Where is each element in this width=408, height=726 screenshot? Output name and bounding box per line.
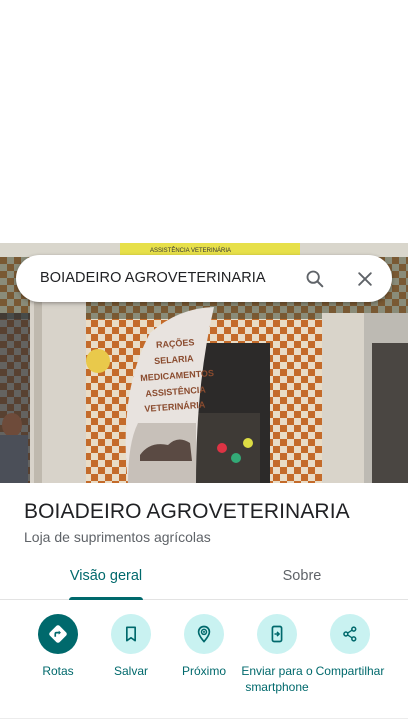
nearby-label: Próximo: [181, 664, 226, 678]
close-icon: [358, 272, 372, 286]
place-sheet: ASSISTÊNCIA VETERINÁRIA RAÇÕES SELARIA M…: [0, 0, 408, 726]
save-button[interactable]: Salvar: [91, 614, 171, 679]
close-button[interactable]: [350, 264, 380, 294]
tab-selected-indicator: [69, 597, 143, 600]
search-bar[interactable]: BOIADEIRO AGROVETERINARIA: [16, 255, 392, 302]
search-input[interactable]: BOIADEIRO AGROVETERINARIA: [40, 255, 266, 302]
search-icon: [306, 270, 324, 288]
directions-label: Rotas: [42, 664, 74, 678]
tab-bar: Visão geral Sobre: [0, 552, 408, 600]
save-icon-circle: [111, 614, 151, 654]
share-label: Compartilhar: [315, 664, 385, 678]
nearby-button[interactable]: Próximo: [164, 614, 244, 679]
nearby-icon: [197, 625, 211, 643]
place-category[interactable]: Loja de suprimentos agrícolas: [24, 529, 211, 545]
bookmark-icon: [126, 626, 136, 642]
tab-overview[interactable]: Visão geral: [40, 552, 172, 600]
place-name: BOIADEIRO AGROVETERINARIA: [24, 500, 350, 523]
share-icon-circle: [330, 614, 370, 654]
send-to-phone-icon-circle: [257, 614, 297, 654]
divider: [0, 718, 408, 719]
search-button[interactable]: [300, 264, 330, 294]
save-label: Salvar: [113, 664, 148, 678]
directions-button[interactable]: Rotas: [18, 614, 98, 679]
share-icon: [343, 626, 357, 642]
banner-top-text: ASSISTÊNCIA VETERINÁRIA: [150, 246, 231, 254]
tab-about[interactable]: Sobre: [236, 552, 368, 600]
send-to-phone-label: Enviar para o smartphone: [241, 664, 313, 694]
send-to-phone-button[interactable]: Enviar para o smartphone: [237, 614, 317, 695]
directions-icon-circle: [38, 614, 78, 654]
share-button[interactable]: Compartilhar: [310, 614, 390, 679]
nearby-icon-circle: [184, 614, 224, 654]
directions-icon: [49, 625, 67, 643]
send-to-phone-icon: [271, 625, 283, 643]
